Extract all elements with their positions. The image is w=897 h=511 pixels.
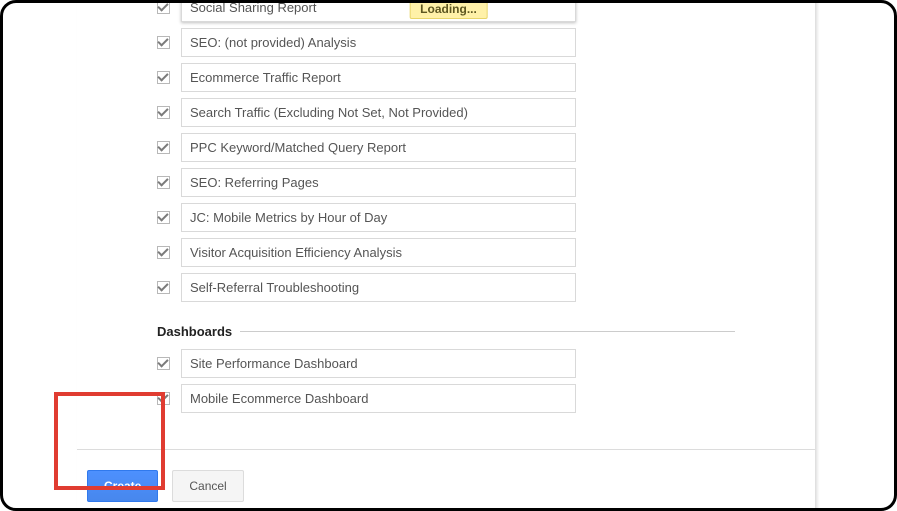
- report-field[interactable]: SEO: Referring Pages: [181, 168, 576, 197]
- report-row: Self-Referral Troubleshooting: [157, 273, 735, 302]
- report-field[interactable]: SEO: (not provided) Analysis: [181, 28, 576, 57]
- report-row: SEO: (not provided) Analysis: [157, 28, 735, 57]
- report-field[interactable]: Visitor Acquisition Efficiency Analysis: [181, 238, 576, 267]
- report-field[interactable]: Self-Referral Troubleshooting: [181, 273, 576, 302]
- report-field[interactable]: JC: Mobile Metrics by Hour of Day: [181, 203, 576, 232]
- report-field[interactable]: Ecommerce Traffic Report: [181, 63, 576, 92]
- dashboard-row: Site Performance Dashboard: [157, 349, 735, 378]
- loading-badge: Loading...: [409, 3, 488, 19]
- inner-area: Loading... Social Sharing Report SEO: (n…: [3, 3, 894, 508]
- report-checkbox[interactable]: [157, 246, 170, 259]
- report-field[interactable]: Social Sharing Report: [181, 3, 576, 22]
- dashboard-checkbox[interactable]: [157, 357, 170, 370]
- cancel-button[interactable]: Cancel: [172, 470, 243, 502]
- modal-footer: Create Cancel: [77, 449, 815, 508]
- window-frame: Loading... Social Sharing Report SEO: (n…: [0, 0, 897, 511]
- create-button[interactable]: Create: [87, 470, 158, 502]
- report-row: SEO: Referring Pages: [157, 168, 735, 197]
- report-row: JC: Mobile Metrics by Hour of Day: [157, 203, 735, 232]
- report-checkbox[interactable]: [157, 71, 170, 84]
- dashboards-heading: Dashboards: [157, 324, 735, 339]
- report-field[interactable]: PPC Keyword/Matched Query Report: [181, 133, 576, 162]
- modal-content: Social Sharing Report SEO: (not provided…: [77, 3, 815, 413]
- report-checkbox[interactable]: [157, 36, 170, 49]
- dashboard-field[interactable]: Mobile Ecommerce Dashboard: [181, 384, 576, 413]
- dashboards-heading-text: Dashboards: [157, 324, 232, 339]
- report-row: Ecommerce Traffic Report: [157, 63, 735, 92]
- dashboard-checkbox[interactable]: [157, 392, 170, 405]
- report-checkbox[interactable]: [157, 281, 170, 294]
- report-checkbox[interactable]: [157, 176, 170, 189]
- heading-rule: [240, 331, 735, 332]
- report-row: PPC Keyword/Matched Query Report: [157, 133, 735, 162]
- report-checkbox[interactable]: [157, 3, 170, 14]
- dashboard-field[interactable]: Site Performance Dashboard: [181, 349, 576, 378]
- report-field[interactable]: Search Traffic (Excluding Not Set, Not P…: [181, 98, 576, 127]
- dashboard-row: Mobile Ecommerce Dashboard: [157, 384, 735, 413]
- report-row: Search Traffic (Excluding Not Set, Not P…: [157, 98, 735, 127]
- report-checkbox[interactable]: [157, 211, 170, 224]
- import-modal: Social Sharing Report SEO: (not provided…: [77, 3, 815, 508]
- report-checkbox[interactable]: [157, 106, 170, 119]
- report-row: Visitor Acquisition Efficiency Analysis: [157, 238, 735, 267]
- report-checkbox[interactable]: [157, 141, 170, 154]
